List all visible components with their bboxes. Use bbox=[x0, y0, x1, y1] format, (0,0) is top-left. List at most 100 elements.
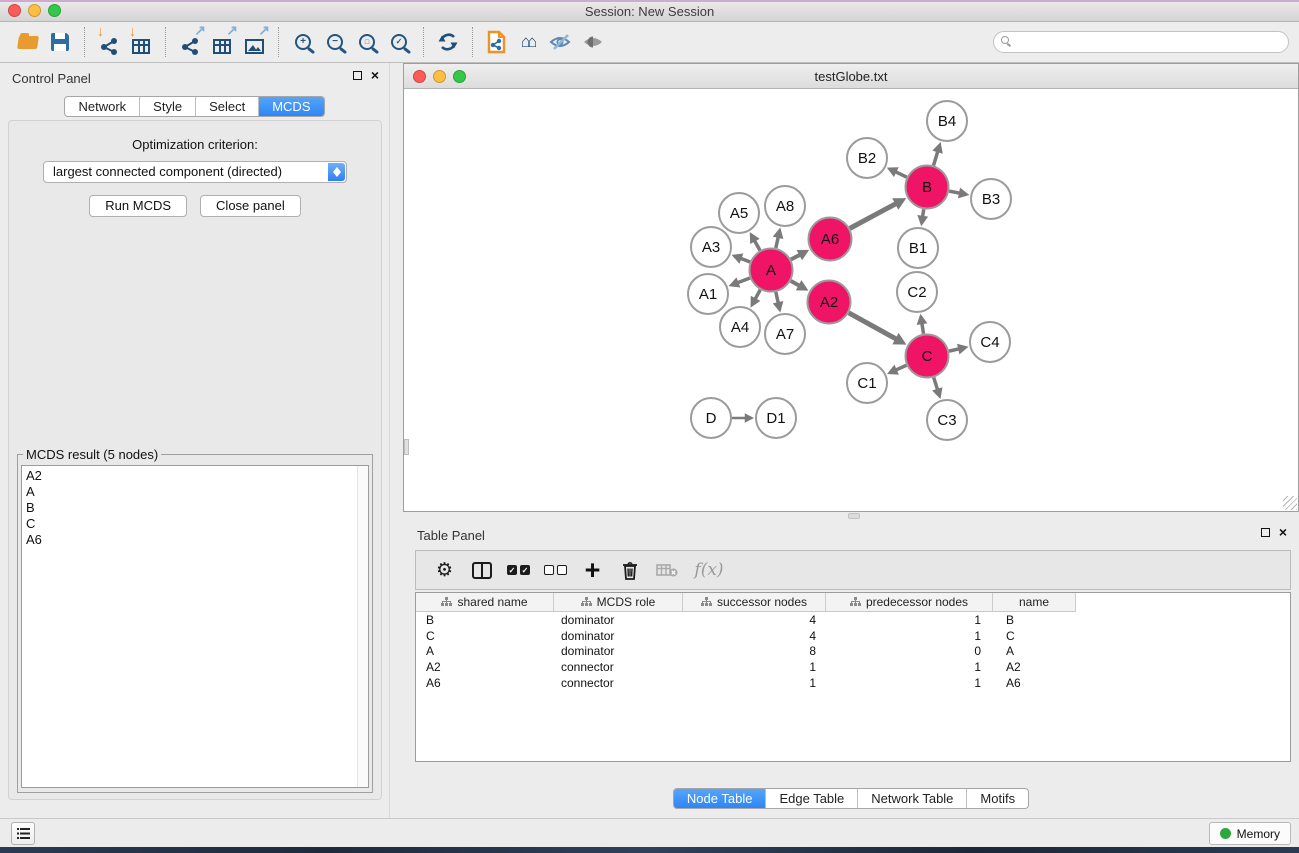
export-image-button[interactable]: ↗ bbox=[238, 25, 270, 59]
result-item[interactable]: A bbox=[26, 484, 368, 500]
network-canvas[interactable]: B4B2BB3A5A8A6A3AB1A1A2C2A4A7C4CC1C3DD1 bbox=[404, 89, 1298, 511]
cell-successor-nodes[interactable]: 4 bbox=[683, 629, 826, 643]
import-network-button[interactable]: ↓ bbox=[93, 25, 125, 59]
tab-network[interactable]: Network bbox=[65, 97, 139, 116]
result-item[interactable]: A2 bbox=[26, 468, 368, 484]
mcds-result-list[interactable]: A2 A B C A6 bbox=[21, 465, 369, 788]
cell-name[interactable]: A2 bbox=[993, 660, 1076, 674]
column-header-shared-name[interactable]: shared name bbox=[416, 593, 554, 612]
run-mcds-button[interactable]: Run MCDS bbox=[89, 195, 187, 217]
cell-shared-name[interactable]: B bbox=[416, 613, 554, 627]
graph-edge-A-A8[interactable] bbox=[776, 237, 778, 248]
graph-edge-B-B2[interactable] bbox=[895, 172, 906, 177]
cell-predecessor-nodes[interactable]: 0 bbox=[826, 644, 993, 658]
table-row[interactable]: A dominator 8 0 A bbox=[416, 643, 1290, 659]
cell-successor-nodes[interactable]: 8 bbox=[683, 644, 826, 658]
graph-edge-C-C4[interactable] bbox=[949, 349, 959, 351]
cell-shared-name[interactable]: C bbox=[416, 629, 554, 643]
graph-edge-A-A1[interactable] bbox=[737, 278, 749, 283]
float-panel-icon[interactable] bbox=[353, 71, 362, 80]
deselect-all-columns-button[interactable] bbox=[537, 553, 574, 587]
table-row[interactable]: C dominator 4 1 C bbox=[416, 628, 1290, 644]
zoom-out-button[interactable]: − bbox=[319, 25, 351, 59]
column-header-successor-nodes[interactable]: successor nodes bbox=[683, 593, 826, 612]
search-input[interactable] bbox=[993, 31, 1289, 53]
delete-table-button[interactable] bbox=[648, 553, 685, 587]
resize-grip-icon[interactable] bbox=[1283, 496, 1297, 510]
select-all-columns-button[interactable]: ✓✓ bbox=[500, 553, 537, 587]
tab-network-table[interactable]: Network Table bbox=[857, 789, 966, 808]
open-session-button[interactable] bbox=[12, 25, 44, 59]
zoom-in-button[interactable]: + bbox=[287, 25, 319, 59]
graph-edge-B-B4[interactable] bbox=[934, 151, 938, 165]
graph-edge-A6-B[interactable] bbox=[850, 204, 896, 229]
scrollbar-track[interactable] bbox=[357, 466, 368, 787]
close-panel-icon[interactable]: × bbox=[371, 71, 379, 80]
save-session-button[interactable] bbox=[44, 25, 76, 59]
cell-predecessor-nodes[interactable]: 1 bbox=[826, 629, 993, 643]
cell-shared-name[interactable]: A bbox=[416, 644, 554, 658]
graph-edge-C-C3[interactable] bbox=[934, 377, 938, 389]
tab-node-table[interactable]: Node Table bbox=[674, 789, 766, 808]
column-header-mcds-role[interactable]: MCDS role bbox=[554, 593, 683, 612]
cell-successor-nodes[interactable]: 1 bbox=[683, 660, 826, 674]
export-table-button[interactable]: ↗ bbox=[206, 25, 238, 59]
tab-style[interactable]: Style bbox=[139, 97, 195, 116]
show-tasks-button[interactable] bbox=[11, 822, 35, 845]
column-header-name[interactable]: name bbox=[993, 593, 1076, 612]
zoom-fit-button[interactable]: □ bbox=[351, 25, 383, 59]
cell-name[interactable]: A6 bbox=[993, 676, 1076, 690]
table-row[interactable]: A6 connector 1 1 A6 bbox=[416, 675, 1290, 691]
optimization-criterion-select[interactable]: largest connected component (directed) bbox=[43, 161, 347, 183]
result-item[interactable]: A6 bbox=[26, 532, 368, 548]
cell-mcds-role[interactable]: dominator bbox=[554, 629, 683, 643]
cell-shared-name[interactable]: A6 bbox=[416, 676, 554, 690]
graph-edge-C-C2[interactable] bbox=[922, 323, 924, 334]
export-network-button[interactable]: ↗ bbox=[174, 25, 206, 59]
graph-edge-A-A3[interactable] bbox=[740, 258, 750, 262]
home-views-button[interactable]: ⌂⌂ bbox=[513, 25, 545, 59]
close-panel-button[interactable]: Close panel bbox=[200, 195, 301, 217]
close-panel-icon[interactable]: × bbox=[1279, 528, 1287, 537]
graph-edge-A-A2[interactable] bbox=[791, 281, 800, 286]
splitter-grip[interactable] bbox=[848, 513, 860, 519]
tab-edge-table[interactable]: Edge Table bbox=[765, 789, 857, 808]
tab-select[interactable]: Select bbox=[195, 97, 258, 116]
column-header-predecessor-nodes[interactable]: predecessor nodes bbox=[826, 593, 993, 612]
cell-name[interactable]: A bbox=[993, 644, 1076, 658]
table-row[interactable]: A2 connector 1 1 A2 bbox=[416, 659, 1290, 675]
float-panel-icon[interactable] bbox=[1261, 528, 1270, 537]
graph-edge-A-A5[interactable] bbox=[754, 241, 760, 251]
cell-successor-nodes[interactable]: 4 bbox=[683, 613, 826, 627]
hide-details-button[interactable] bbox=[545, 25, 577, 59]
function-builder-button[interactable]: f(x) bbox=[685, 553, 733, 587]
table-options-button[interactable]: ⚙ bbox=[426, 553, 463, 587]
cell-mcds-role[interactable]: connector bbox=[554, 676, 683, 690]
cell-successor-nodes[interactable]: 1 bbox=[683, 676, 826, 690]
zoom-selected-button[interactable]: ✓ bbox=[383, 25, 415, 59]
show-details-button[interactable] bbox=[577, 25, 609, 59]
import-table-button[interactable]: ↓ bbox=[125, 25, 157, 59]
cell-predecessor-nodes[interactable]: 1 bbox=[826, 613, 993, 627]
cell-mcds-role[interactable]: dominator bbox=[554, 644, 683, 658]
create-column-button[interactable]: + bbox=[574, 553, 611, 587]
horizontal-splitter[interactable] bbox=[403, 512, 1299, 520]
cell-name[interactable]: B bbox=[993, 613, 1076, 627]
graph-edge-A-A6[interactable] bbox=[791, 255, 800, 260]
cell-mcds-role[interactable]: dominator bbox=[554, 613, 683, 627]
result-item[interactable]: B bbox=[26, 500, 368, 516]
table-row[interactable]: B dominator 4 1 B bbox=[416, 612, 1290, 628]
network-from-file-button[interactable] bbox=[481, 25, 513, 59]
cell-shared-name[interactable]: A2 bbox=[416, 660, 554, 674]
cell-predecessor-nodes[interactable]: 1 bbox=[826, 676, 993, 690]
graph-edge-A-A7[interactable] bbox=[776, 292, 778, 303]
graph-edge-A2-C[interactable] bbox=[849, 313, 897, 339]
cell-name[interactable]: C bbox=[993, 629, 1076, 643]
graph-edge-A-A4[interactable] bbox=[755, 290, 760, 300]
graph-edge-B-B1[interactable] bbox=[923, 209, 924, 217]
refresh-network-button[interactable] bbox=[432, 25, 464, 59]
splitter-grip[interactable] bbox=[404, 439, 409, 455]
tab-mcds[interactable]: MCDS bbox=[258, 97, 323, 116]
graph-edge-B-B3[interactable] bbox=[949, 191, 960, 193]
cell-predecessor-nodes[interactable]: 1 bbox=[826, 660, 993, 674]
